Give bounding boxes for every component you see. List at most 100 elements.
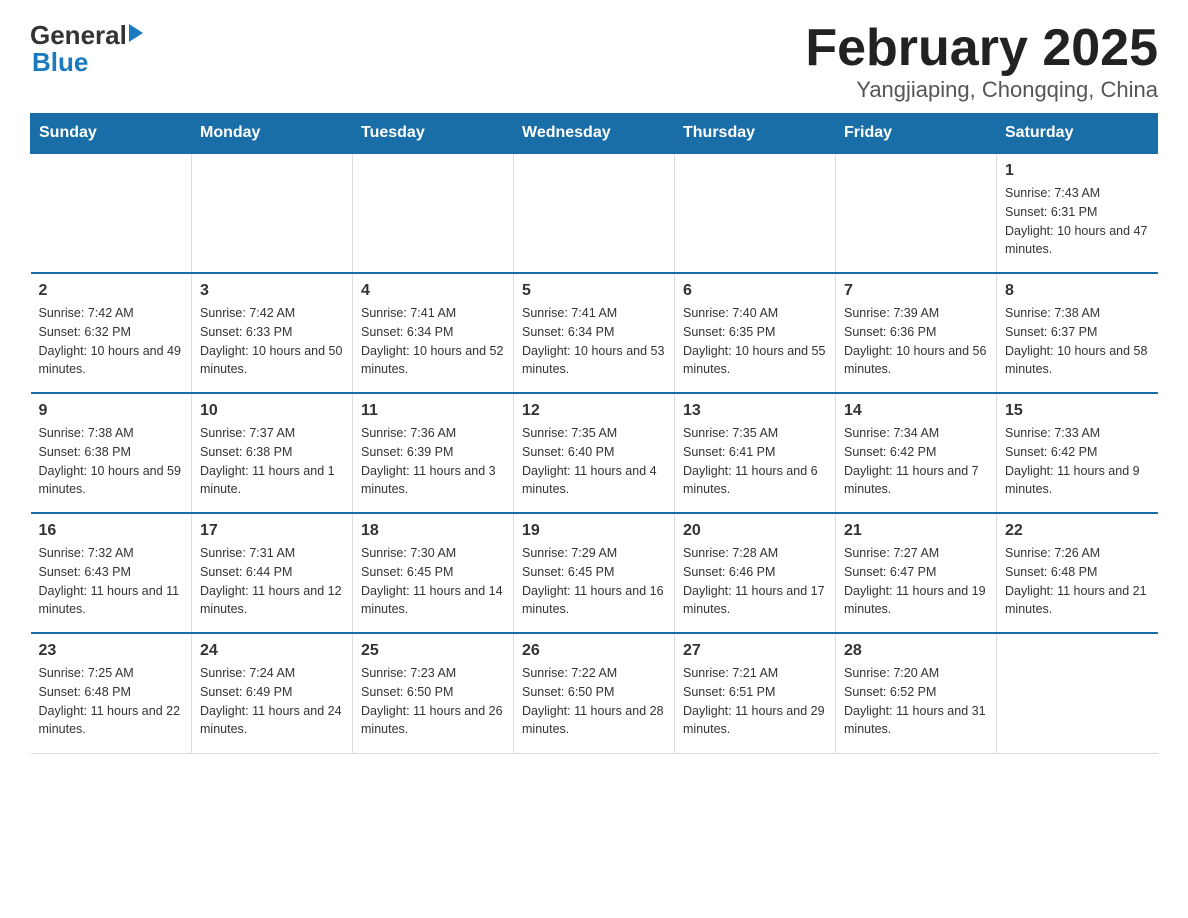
calendar-cell: 19 Sunrise: 7:29 AMSunset: 6:45 PMDayligh… <box>514 513 675 633</box>
day-number: 27 <box>683 642 827 660</box>
day-info: Sunrise: 7:39 AMSunset: 6:36 PMDaylight:… <box>844 304 988 379</box>
day-info: Sunrise: 7:35 AMSunset: 6:40 PMDaylight:… <box>522 424 666 499</box>
day-number: 23 <box>39 642 184 660</box>
calendar-cell: 13 Sunrise: 7:35 AMSunset: 6:41 PMDayligh… <box>675 393 836 513</box>
calendar-cell: 28 Sunrise: 7:20 AMSunset: 6:52 PMDayligh… <box>836 633 997 753</box>
day-info: Sunrise: 7:38 AMSunset: 6:37 PMDaylight:… <box>1005 304 1150 379</box>
calendar-subtitle: Yangjiaping, Chongqing, China <box>805 77 1158 103</box>
day-info: Sunrise: 7:28 AMSunset: 6:46 PMDaylight:… <box>683 544 827 619</box>
day-number: 7 <box>844 282 988 300</box>
day-info: Sunrise: 7:26 AMSunset: 6:48 PMDaylight:… <box>1005 544 1150 619</box>
day-info: Sunrise: 7:41 AMSunset: 6:34 PMDaylight:… <box>522 304 666 379</box>
calendar-cell: 27 Sunrise: 7:21 AMSunset: 6:51 PMDayligh… <box>675 633 836 753</box>
day-info: Sunrise: 7:25 AMSunset: 6:48 PMDaylight:… <box>39 664 184 739</box>
header-monday: Monday <box>192 114 353 154</box>
day-info: Sunrise: 7:24 AMSunset: 6:49 PMDaylight:… <box>200 664 344 739</box>
calendar-cell: 4 Sunrise: 7:41 AMSunset: 6:34 PMDaylight… <box>353 273 514 393</box>
day-number: 25 <box>361 642 505 660</box>
day-number: 4 <box>361 282 505 300</box>
calendar-cell: 8 Sunrise: 7:38 AMSunset: 6:37 PMDaylight… <box>997 273 1158 393</box>
header-friday: Friday <box>836 114 997 154</box>
header-thursday: Thursday <box>675 114 836 154</box>
calendar-week-2: 2 Sunrise: 7:42 AMSunset: 6:32 PMDaylight… <box>31 273 1158 393</box>
calendar-cell: 23 Sunrise: 7:25 AMSunset: 6:48 PMDayligh… <box>31 633 192 753</box>
calendar-cell: 2 Sunrise: 7:42 AMSunset: 6:32 PMDaylight… <box>31 273 192 393</box>
calendar-cell: 9 Sunrise: 7:38 AMSunset: 6:38 PMDaylight… <box>31 393 192 513</box>
calendar-cell: 10Sunrise: 7:37 AMSunset: 6:38 PMDayligh… <box>192 393 353 513</box>
day-number: 1 <box>1005 162 1150 180</box>
day-number: 11 <box>361 402 505 420</box>
calendar-cell: 12 Sunrise: 7:35 AMSunset: 6:40 PMDayligh… <box>514 393 675 513</box>
header-saturday: Saturday <box>997 114 1158 154</box>
day-info: Sunrise: 7:43 AMSunset: 6:31 PMDaylight:… <box>1005 184 1150 259</box>
calendar-cell: 3 Sunrise: 7:42 AMSunset: 6:33 PMDaylight… <box>192 273 353 393</box>
calendar-cell: 24 Sunrise: 7:24 AMSunset: 6:49 PMDayligh… <box>192 633 353 753</box>
calendar-cell: 26Sunrise: 7:22 AMSunset: 6:50 PMDayligh… <box>514 633 675 753</box>
day-number: 21 <box>844 522 988 540</box>
calendar-cell: 1 Sunrise: 7:43 AMSunset: 6:31 PMDaylight… <box>997 153 1158 273</box>
calendar-cell <box>675 153 836 273</box>
logo-arrow-icon <box>129 24 143 42</box>
page-header: General Blue February 2025 Yangjiaping, … <box>30 20 1158 103</box>
day-info: Sunrise: 7:35 AMSunset: 6:41 PMDaylight:… <box>683 424 827 499</box>
calendar-title: February 2025 <box>805 20 1158 77</box>
day-info: Sunrise: 7:34 AMSunset: 6:42 PMDaylight:… <box>844 424 988 499</box>
calendar-cell: 16 Sunrise: 7:32 AMSunset: 6:43 PMDayligh… <box>31 513 192 633</box>
calendar-week-3: 9 Sunrise: 7:38 AMSunset: 6:38 PMDaylight… <box>31 393 1158 513</box>
day-info: Sunrise: 7:23 AMSunset: 6:50 PMDaylight:… <box>361 664 505 739</box>
calendar-week-1: 1 Sunrise: 7:43 AMSunset: 6:31 PMDaylight… <box>31 153 1158 273</box>
day-number: 13 <box>683 402 827 420</box>
calendar-cell: 25 Sunrise: 7:23 AMSunset: 6:50 PMDayligh… <box>353 633 514 753</box>
day-number: 20 <box>683 522 827 540</box>
header-sunday: Sunday <box>31 114 192 154</box>
day-info: Sunrise: 7:42 AMSunset: 6:33 PMDaylight:… <box>200 304 344 379</box>
day-info: Sunrise: 7:20 AMSunset: 6:52 PMDaylight:… <box>844 664 988 739</box>
calendar-week-4: 16 Sunrise: 7:32 AMSunset: 6:43 PMDayligh… <box>31 513 1158 633</box>
day-number: 18 <box>361 522 505 540</box>
day-number: 6 <box>683 282 827 300</box>
calendar-cell: 20 Sunrise: 7:28 AMSunset: 6:46 PMDayligh… <box>675 513 836 633</box>
day-number: 16 <box>39 522 184 540</box>
day-number: 10 <box>200 402 344 420</box>
day-number: 26 <box>522 642 666 660</box>
day-number: 12 <box>522 402 666 420</box>
calendar-cell: 7 Sunrise: 7:39 AMSunset: 6:36 PMDaylight… <box>836 273 997 393</box>
calendar-cell: 21 Sunrise: 7:27 AMSunset: 6:47 PMDayligh… <box>836 513 997 633</box>
day-info: Sunrise: 7:41 AMSunset: 6:34 PMDaylight:… <box>361 304 505 379</box>
calendar-table: SundayMondayTuesdayWednesdayThursdayFrid… <box>30 113 1158 754</box>
day-info: Sunrise: 7:32 AMSunset: 6:43 PMDaylight:… <box>39 544 184 619</box>
day-info: Sunrise: 7:36 AMSunset: 6:39 PMDaylight:… <box>361 424 505 499</box>
calendar-cell: 5Sunrise: 7:41 AMSunset: 6:34 PMDaylight… <box>514 273 675 393</box>
logo: General Blue <box>30 20 143 78</box>
day-number: 17 <box>200 522 344 540</box>
day-number: 3 <box>200 282 344 300</box>
day-info: Sunrise: 7:42 AMSunset: 6:32 PMDaylight:… <box>39 304 184 379</box>
calendar-cell: 18Sunrise: 7:30 AMSunset: 6:45 PMDayligh… <box>353 513 514 633</box>
calendar-cell: 11 Sunrise: 7:36 AMSunset: 6:39 PMDayligh… <box>353 393 514 513</box>
calendar-week-5: 23 Sunrise: 7:25 AMSunset: 6:48 PMDayligh… <box>31 633 1158 753</box>
day-info: Sunrise: 7:40 AMSunset: 6:35 PMDaylight:… <box>683 304 827 379</box>
header-wednesday: Wednesday <box>514 114 675 154</box>
day-info: Sunrise: 7:27 AMSunset: 6:47 PMDaylight:… <box>844 544 988 619</box>
day-number: 19 <box>522 522 666 540</box>
calendar-cell <box>353 153 514 273</box>
calendar-cell <box>192 153 353 273</box>
calendar-cell: 22Sunrise: 7:26 AMSunset: 6:48 PMDayligh… <box>997 513 1158 633</box>
day-info: Sunrise: 7:33 AMSunset: 6:42 PMDaylight:… <box>1005 424 1150 499</box>
day-number: 14 <box>844 402 988 420</box>
calendar-cell <box>836 153 997 273</box>
day-info: Sunrise: 7:31 AMSunset: 6:44 PMDaylight:… <box>200 544 344 619</box>
day-number: 9 <box>39 402 184 420</box>
day-info: Sunrise: 7:29 AMSunset: 6:45 PMDaylight:… <box>522 544 666 619</box>
day-number: 2 <box>39 282 184 300</box>
title-block: February 2025 Yangjiaping, Chongqing, Ch… <box>805 20 1158 103</box>
day-number: 28 <box>844 642 988 660</box>
calendar-cell <box>514 153 675 273</box>
day-info: Sunrise: 7:21 AMSunset: 6:51 PMDaylight:… <box>683 664 827 739</box>
day-number: 15 <box>1005 402 1150 420</box>
calendar-cell <box>997 633 1158 753</box>
day-number: 24 <box>200 642 344 660</box>
day-number: 8 <box>1005 282 1150 300</box>
calendar-header-row: SundayMondayTuesdayWednesdayThursdayFrid… <box>31 114 1158 154</box>
day-info: Sunrise: 7:38 AMSunset: 6:38 PMDaylight:… <box>39 424 184 499</box>
